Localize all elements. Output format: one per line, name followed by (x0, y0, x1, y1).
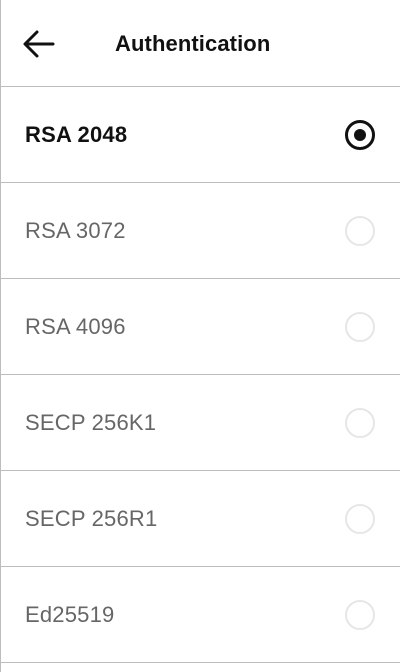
option-secp-256r1[interactable]: SECP 256R1 (1, 471, 400, 567)
radio-selected[interactable] (345, 120, 375, 150)
page-title: Authentication (115, 31, 271, 56)
radio-unselected[interactable] (345, 312, 375, 342)
radio-unselected[interactable] (345, 216, 375, 246)
option-ed25519[interactable]: Ed25519 (1, 567, 400, 663)
option-rsa-2048[interactable]: RSA 2048 (1, 87, 400, 183)
back-button[interactable] (22, 26, 66, 62)
option-label: RSA 2048 (25, 122, 128, 147)
authentication-options-list: RSA 2048 RSA 3072 RSA 4096 SECP 256K1 SE… (1, 87, 400, 663)
option-label: RSA 4096 (25, 314, 126, 339)
radio-unselected[interactable] (345, 600, 375, 630)
arrow-left-icon (23, 30, 55, 58)
option-label: RSA 3072 (25, 218, 126, 243)
option-label: SECP 256R1 (25, 506, 158, 531)
radio-unselected[interactable] (345, 504, 375, 534)
option-label: SECP 256K1 (25, 410, 157, 435)
option-rsa-3072[interactable]: RSA 3072 (1, 183, 400, 279)
header: Authentication (1, 0, 400, 87)
option-label: Ed25519 (25, 602, 115, 627)
radio-unselected[interactable] (345, 408, 375, 438)
screen: Authentication RSA 2048 RSA 3072 RSA 409… (0, 0, 400, 672)
option-rsa-4096[interactable]: RSA 4096 (1, 279, 400, 375)
option-secp-256k1[interactable]: SECP 256K1 (1, 375, 400, 471)
